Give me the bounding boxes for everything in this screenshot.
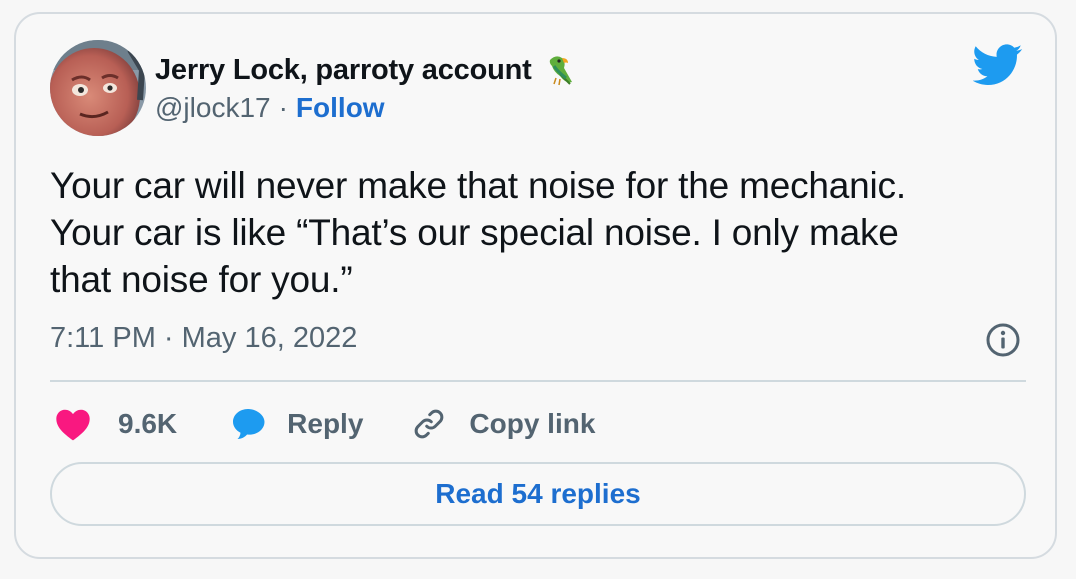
separator: · — [278, 92, 288, 123]
author-name-row: Jerry Lock, parroty account — [155, 52, 578, 88]
parrot-icon — [549, 56, 572, 86]
tweet-card: Jerry Lock, parroty account @jlock17 · F… — [14, 12, 1057, 559]
divider — [50, 380, 1026, 382]
like-count: 9.6K — [118, 408, 178, 439]
follow-button[interactable]: Follow — [296, 92, 385, 124]
tweet-text-line: that noise for you.” — [50, 259, 353, 300]
action-bar: 9.6K Reply Copy link — [54, 402, 595, 446]
read-replies-button[interactable]: Read 54 replies — [50, 462, 1026, 526]
tweet-text-line: Your car will never make that noise for … — [50, 165, 906, 206]
reply-label: Reply — [287, 408, 364, 439]
handle-row: @jlock17 · Follow — [155, 92, 385, 124]
heart-icon — [56, 409, 90, 441]
twitter-logo-icon[interactable] — [973, 44, 1023, 86]
copy-link-button[interactable]: Copy link — [411, 406, 595, 442]
reply-button[interactable]: Reply — [229, 406, 363, 442]
tweet-text: Your car will never make that noise for … — [50, 162, 1010, 303]
info-icon[interactable] — [985, 322, 1021, 358]
tweet-text-line: Your car is like “That’s our special noi… — [50, 212, 899, 253]
like-button[interactable]: 9.6K — [54, 407, 177, 441]
reply-bubble-icon — [233, 409, 265, 439]
author-name[interactable]: Jerry Lock, parroty account — [155, 54, 532, 87]
author-handle[interactable]: @jlock17 — [155, 92, 271, 124]
profile-photo-icon — [50, 40, 146, 136]
avatar[interactable] — [50, 40, 146, 136]
link-icon — [415, 409, 444, 439]
tweet-timestamp[interactable]: 7:11 PM · May 16, 2022 — [50, 322, 357, 355]
copy-link-label: Copy link — [469, 408, 596, 439]
